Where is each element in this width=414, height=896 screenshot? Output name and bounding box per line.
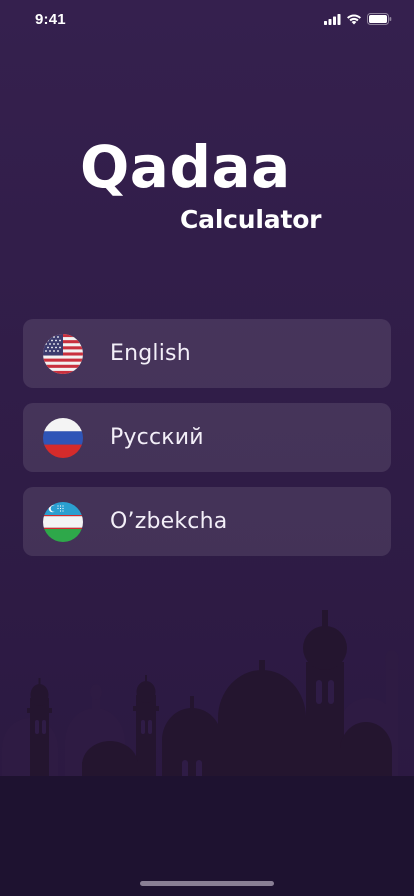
logo-title: Qadaa xyxy=(80,133,291,201)
status-time: 9:41 xyxy=(35,11,66,28)
language-option-russian[interactable]: Русский xyxy=(23,403,391,472)
us-flag-icon xyxy=(43,333,83,374)
status-bar: 9:41 xyxy=(0,0,414,44)
russia-flag-icon xyxy=(43,417,83,458)
cellular-signal-icon xyxy=(324,13,341,25)
uzbekistan-flag-icon xyxy=(43,501,83,542)
language-label: O’zbekcha xyxy=(110,509,228,534)
language-list: English Русский O’zbekcha xyxy=(23,319,391,571)
home-indicator[interactable] xyxy=(140,881,274,886)
language-label: English xyxy=(110,341,191,366)
logo-subtitle: Calculator xyxy=(180,205,322,234)
mosque-skyline-illustration xyxy=(0,610,414,896)
battery-icon xyxy=(367,13,392,25)
wifi-icon xyxy=(346,14,362,25)
language-option-english[interactable]: English xyxy=(23,319,391,388)
language-label: Русский xyxy=(110,425,204,450)
language-option-uzbek[interactable]: O’zbekcha xyxy=(23,487,391,556)
status-icons xyxy=(324,13,392,25)
